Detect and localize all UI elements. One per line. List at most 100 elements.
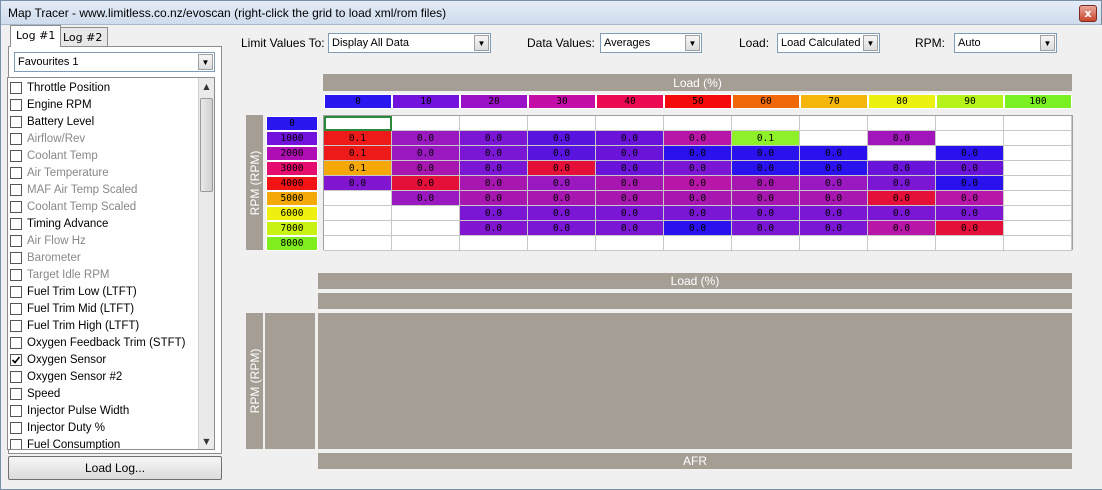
grid-cell[interactable]: 0.0 [732, 221, 800, 236]
grid-cell[interactable]: 0.0 [664, 176, 732, 191]
checkbox[interactable] [10, 234, 22, 247]
parameter-item[interactable]: Throttle Position [10, 79, 200, 96]
scroll-down-icon[interactable]: ▼ [199, 433, 214, 449]
grid-cell[interactable]: 0.0 [664, 191, 732, 206]
checkbox[interactable] [10, 115, 22, 128]
grid-cell[interactable] [936, 236, 1004, 251]
grid-cell[interactable]: 0.0 [460, 191, 528, 206]
grid-cell[interactable] [800, 116, 868, 131]
parameter-item[interactable]: Injector Pulse Width [10, 402, 200, 419]
grid-cell[interactable] [596, 236, 664, 251]
chevron-down-icon[interactable]: ▼ [1040, 35, 1055, 51]
checkbox[interactable] [10, 98, 22, 111]
close-button[interactable]: x [1079, 5, 1097, 22]
checkbox[interactable] [10, 319, 22, 332]
grid-cell[interactable]: 0.0 [528, 146, 596, 161]
grid-cell[interactable]: 0.0 [936, 176, 1004, 191]
grid-cell[interactable] [1004, 161, 1072, 176]
grid-cell[interactable] [800, 236, 868, 251]
grid-cell[interactable]: 0.0 [392, 176, 460, 191]
checkbox-checked[interactable] [10, 353, 22, 366]
grid-cell[interactable]: 0.0 [868, 191, 936, 206]
grid-cell[interactable]: 0.0 [528, 161, 596, 176]
grid-cell[interactable] [392, 206, 460, 221]
scroll-thumb[interactable] [200, 98, 213, 192]
grid-cell[interactable]: 0.0 [460, 131, 528, 146]
grid-cell[interactable] [800, 131, 868, 146]
grid-cell[interactable]: 0.0 [596, 221, 664, 236]
grid-cell[interactable]: 0.0 [528, 206, 596, 221]
grid-cell[interactable] [936, 116, 1004, 131]
data-values-select[interactable]: Averages ▼ [600, 33, 702, 53]
parameter-item[interactable]: Target Idle RPM [10, 266, 200, 283]
grid-cell[interactable] [868, 146, 936, 161]
checkbox[interactable] [10, 251, 22, 264]
grid-cell[interactable] [868, 116, 936, 131]
load-type-select[interactable]: Load Calculated ▼ [777, 33, 880, 53]
grid-cell[interactable]: 0.0 [936, 161, 1004, 176]
grid-cell[interactable] [392, 116, 460, 131]
checkbox[interactable] [10, 421, 22, 434]
grid-cell[interactable]: 0.0 [936, 221, 1004, 236]
grid-cell[interactable]: 0.0 [664, 206, 732, 221]
grid-cell[interactable]: 0.0 [800, 206, 868, 221]
grid-cell[interactable] [1004, 176, 1072, 191]
scroll-up-icon[interactable]: ▲ [199, 78, 214, 94]
checkbox[interactable] [10, 81, 22, 94]
grid-cell[interactable] [868, 236, 936, 251]
grid-cell[interactable] [324, 206, 392, 221]
checkbox[interactable] [10, 336, 22, 349]
checkbox[interactable] [10, 268, 22, 281]
grid-cell[interactable]: 0.0 [596, 206, 664, 221]
parameter-item[interactable]: Oxygen Sensor [10, 351, 200, 368]
parameter-item[interactable]: Speed [10, 385, 200, 402]
grid-cell[interactable]: 0.0 [800, 221, 868, 236]
checkbox[interactable] [10, 200, 22, 213]
tab-log-1[interactable]: Log #1 [10, 25, 62, 47]
parameter-item[interactable]: Oxygen Sensor #2 [10, 368, 200, 385]
grid-cell[interactable] [460, 116, 528, 131]
grid-cell[interactable] [528, 236, 596, 251]
chevron-down-icon[interactable]: ▼ [474, 35, 489, 51]
grid-cell[interactable] [324, 116, 392, 131]
grid-cell[interactable] [392, 221, 460, 236]
grid-cell[interactable]: 0.0 [528, 221, 596, 236]
grid-cell[interactable]: 0.0 [936, 191, 1004, 206]
grid-cell[interactable]: 0.0 [528, 191, 596, 206]
parameter-item[interactable]: Oxygen Feedback Trim (STFT) [10, 334, 200, 351]
grid-cell[interactable] [460, 236, 528, 251]
grid-cell[interactable] [324, 236, 392, 251]
grid-cell[interactable]: 0.0 [324, 176, 392, 191]
grid-cell[interactable]: 0.0 [868, 206, 936, 221]
grid-cell[interactable]: 0.0 [460, 221, 528, 236]
grid-cell[interactable]: 0.0 [868, 161, 936, 176]
grid-cell[interactable]: 0.0 [732, 206, 800, 221]
grid-cell[interactable] [1004, 191, 1072, 206]
grid-cell[interactable] [1004, 236, 1072, 251]
checkbox[interactable] [10, 183, 22, 196]
grid-cell[interactable]: 0.0 [800, 146, 868, 161]
parameter-item[interactable]: Airflow/Rev [10, 130, 200, 147]
grid-cell[interactable]: 0.0 [732, 191, 800, 206]
grid-cell[interactable]: 0.0 [596, 176, 664, 191]
grid-cell[interactable]: 0.0 [460, 176, 528, 191]
grid-cell[interactable] [392, 236, 460, 251]
checkbox[interactable] [10, 370, 22, 383]
grid-cell[interactable] [1004, 221, 1072, 236]
grid-cell[interactable]: 0.0 [392, 146, 460, 161]
chevron-down-icon[interactable]: ▼ [863, 35, 878, 51]
favourites-select[interactable]: Favourites 1 ▼ [14, 52, 215, 72]
grid-cell[interactable] [324, 221, 392, 236]
grid-cell[interactable]: 0.0 [868, 221, 936, 236]
parameter-item[interactable]: Fuel Consumption [10, 436, 200, 449]
afr-grid[interactable] [318, 313, 1072, 449]
checkbox[interactable] [10, 302, 22, 315]
grid-cell[interactable]: 0.0 [460, 146, 528, 161]
grid-cell[interactable]: 0.0 [868, 131, 936, 146]
parameter-item[interactable]: Fuel Trim High (LTFT) [10, 317, 200, 334]
grid-cell[interactable]: 0.0 [732, 176, 800, 191]
parameter-item[interactable]: Coolant Temp [10, 147, 200, 164]
grid-cell[interactable]: 0.1 [324, 131, 392, 146]
grid-cell[interactable]: 0.0 [732, 161, 800, 176]
checkbox[interactable] [10, 166, 22, 179]
